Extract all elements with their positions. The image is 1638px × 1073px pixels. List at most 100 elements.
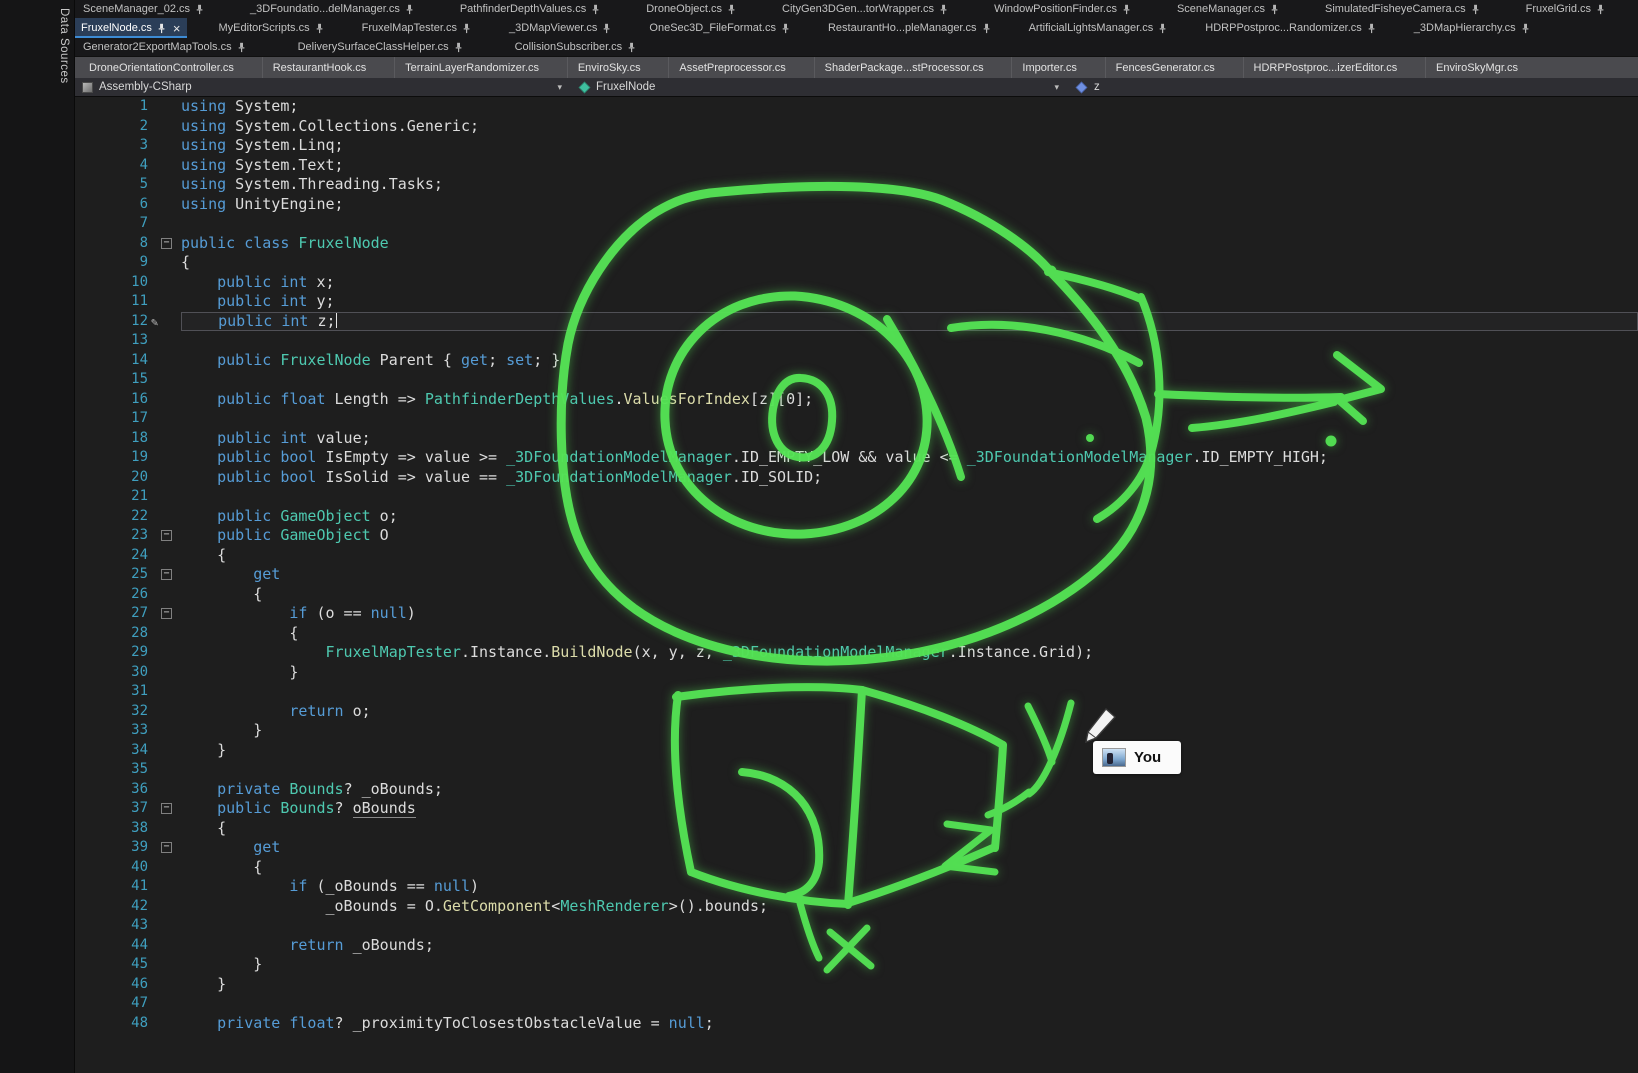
code-line-4[interactable]: 4using System.Text;: [75, 156, 1638, 176]
code-line-29[interactable]: 29 FruxelMapTester.Instance.BuildNode(x,…: [75, 643, 1638, 663]
tab-citygen3dgen-torwrapper-cs[interactable]: CityGen3DGen...torWrapper.cs: [776, 0, 954, 18]
fold-collapse-icon[interactable]: −: [161, 569, 172, 580]
code-line-12[interactable]: 12✎ public int z;: [75, 312, 1638, 332]
code-text[interactable]: FruxelMapTester.Instance.BuildNode(x, y,…: [181, 643, 1638, 663]
code-line-2[interactable]: 2using System.Collections.Generic;: [75, 117, 1638, 137]
code-text[interactable]: public bool IsSolid => value == _3DFound…: [181, 468, 1638, 488]
code-line-19[interactable]: 19 public bool IsEmpty => value >= _3DFo…: [75, 448, 1638, 468]
code-line-13[interactable]: 13: [75, 331, 1638, 351]
code-text[interactable]: public int x;: [181, 273, 1638, 293]
code-line-7[interactable]: 7: [75, 214, 1638, 234]
pin-icon[interactable]: [602, 23, 611, 34]
pin-icon[interactable]: [1521, 23, 1530, 34]
code-text[interactable]: return _oBounds;: [181, 936, 1638, 956]
code-text[interactable]: public Bounds? oBounds: [181, 799, 1638, 819]
pin-icon[interactable]: [237, 42, 246, 53]
tab-scenemanager-cs[interactable]: SceneManager.cs: [1171, 0, 1285, 18]
close-icon[interactable]: ×: [173, 22, 181, 35]
tab-enviroskymgr-cs[interactable]: EnviroSkyMgr.cs: [1425, 57, 1528, 78]
fold-collapse-icon[interactable]: −: [161, 530, 172, 541]
tab-shaderpackage-stprocessor-cs[interactable]: ShaderPackage...stProcessor.cs: [814, 57, 994, 78]
tab-droneobject-cs[interactable]: DroneObject.cs: [640, 0, 742, 18]
code-line-14[interactable]: 14 public FruxelNode Parent { get; set; …: [75, 351, 1638, 371]
code-text[interactable]: if (_oBounds == null): [181, 877, 1638, 897]
code-text[interactable]: {: [181, 624, 1638, 644]
code-text[interactable]: public float Length => PathfinderDepthVa…: [181, 390, 1638, 410]
code-text[interactable]: }: [181, 955, 1638, 975]
code-line-24[interactable]: 24 {: [75, 546, 1638, 566]
pin-icon[interactable]: [982, 23, 991, 34]
tab-windowpositionfinder-cs[interactable]: WindowPositionFinder.cs: [988, 0, 1137, 18]
code-text[interactable]: using System;: [181, 97, 1638, 117]
tab-terrainlayerrandomizer-cs[interactable]: TerrainLayerRandomizer.cs: [394, 57, 549, 78]
tab-restaurantho-plemanager-cs[interactable]: RestaurantHo...pleManager.cs: [822, 18, 997, 38]
code-line-15[interactable]: 15: [75, 370, 1638, 390]
code-line-23[interactable]: 23− public GameObject O: [75, 526, 1638, 546]
code-line-37[interactable]: 37− public Bounds? oBounds: [75, 799, 1638, 819]
pin-icon[interactable]: [1270, 4, 1279, 15]
code-line-36[interactable]: 36 private Bounds? _oBounds;: [75, 780, 1638, 800]
pin-icon[interactable]: [591, 4, 600, 15]
tab-pathfinderdepthvalues-cs[interactable]: PathfinderDepthValues.cs: [454, 0, 606, 18]
code-text[interactable]: [181, 370, 1638, 390]
code-text[interactable]: get: [181, 565, 1638, 585]
member-dropdown[interactable]: z: [1067, 78, 1638, 96]
code-text[interactable]: return o;: [181, 702, 1638, 722]
code-line-25[interactable]: 25− get: [75, 565, 1638, 585]
tab-myeditorscripts-cs[interactable]: MyEditorScripts.cs: [213, 18, 330, 38]
tab-importer-cs[interactable]: Importer.cs: [1011, 57, 1086, 78]
pin-icon[interactable]: [727, 4, 736, 15]
code-line-5[interactable]: 5using System.Threading.Tasks;: [75, 175, 1638, 195]
code-text[interactable]: public GameObject O: [181, 526, 1638, 546]
pin-icon[interactable]: [1471, 4, 1480, 15]
code-line-44[interactable]: 44 return _oBounds;: [75, 936, 1638, 956]
pin-icon[interactable]: [315, 23, 324, 34]
tab-assetpreprocessor-cs[interactable]: AssetPreprocessor.cs: [668, 57, 795, 78]
pin-icon[interactable]: [157, 23, 166, 34]
code-line-35[interactable]: 35: [75, 760, 1638, 780]
outlining-margin[interactable]: −: [153, 838, 181, 858]
code-text[interactable]: [181, 487, 1638, 507]
code-line-47[interactable]: 47: [75, 994, 1638, 1014]
pin-icon[interactable]: [939, 4, 948, 15]
code-text[interactable]: public int value;: [181, 429, 1638, 449]
code-editor[interactable]: 1using System;2using System.Collections.…: [75, 97, 1638, 1073]
pin-icon[interactable]: [1158, 23, 1167, 34]
type-dropdown[interactable]: FruxelNode ▾: [570, 78, 1067, 96]
code-line-11[interactable]: 11 public int y;: [75, 292, 1638, 312]
code-text[interactable]: using System.Linq;: [181, 136, 1638, 156]
fold-collapse-icon[interactable]: −: [161, 803, 172, 814]
pin-icon[interactable]: [1596, 4, 1605, 15]
code-text[interactable]: {: [181, 585, 1638, 605]
code-text[interactable]: }: [181, 741, 1638, 761]
tab-envirosky-cs[interactable]: EnviroSky.cs: [567, 57, 651, 78]
code-line-1[interactable]: 1using System;: [75, 97, 1638, 117]
code-text[interactable]: [181, 916, 1638, 936]
code-text[interactable]: public FruxelNode Parent { get; set; }: [181, 351, 1638, 371]
pin-icon[interactable]: [454, 42, 463, 53]
tab-hdrppostproc-randomizer-cs[interactable]: HDRPPostproc...Randomizer.cs: [1199, 18, 1382, 38]
code-line-9[interactable]: 9{: [75, 253, 1638, 273]
outlining-margin[interactable]: −: [153, 234, 181, 254]
pin-icon[interactable]: [627, 42, 636, 53]
code-text[interactable]: using UnityEngine;: [181, 195, 1638, 215]
code-text[interactable]: private float? _proximityToClosestObstac…: [181, 1014, 1638, 1034]
outlining-margin[interactable]: −: [153, 565, 181, 585]
code-text[interactable]: {: [181, 858, 1638, 878]
tab-generator2exportmaptools-cs[interactable]: Generator2ExportMapTools.cs: [77, 38, 252, 56]
code-line-22[interactable]: 22 public GameObject o;: [75, 507, 1638, 527]
code-line-34[interactable]: 34 }: [75, 741, 1638, 761]
code-line-17[interactable]: 17: [75, 409, 1638, 429]
code-text[interactable]: public int y;: [181, 292, 1638, 312]
code-line-38[interactable]: 38 {: [75, 819, 1638, 839]
code-text[interactable]: using System.Threading.Tasks;: [181, 175, 1638, 195]
code-text[interactable]: [181, 760, 1638, 780]
tab-fruxelnode-cs[interactable]: FruxelNode.cs×: [75, 18, 187, 38]
outlining-margin[interactable]: −: [153, 526, 181, 546]
code-line-3[interactable]: 3using System.Linq;: [75, 136, 1638, 156]
code-line-6[interactable]: 6using UnityEngine;: [75, 195, 1638, 215]
tab-hdrppostproc-izereditor-cs[interactable]: HDRPPostproc...izerEditor.cs: [1243, 57, 1408, 78]
tab-3dmaphierarchy-cs[interactable]: _3DMapHierarchy.cs: [1408, 18, 1536, 38]
code-line-18[interactable]: 18 public int value;: [75, 429, 1638, 449]
code-text[interactable]: }: [181, 975, 1638, 995]
